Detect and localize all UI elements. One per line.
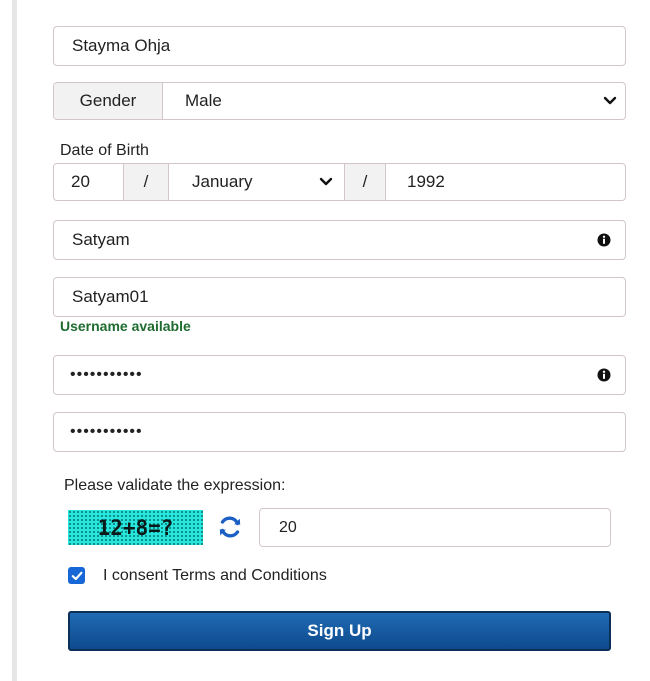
- dob-year-input[interactable]: 1992: [386, 164, 625, 200]
- info-circle-icon[interactable]: [597, 233, 611, 247]
- username-status: Username available: [60, 318, 191, 334]
- password-input[interactable]: •••••••••••: [53, 355, 626, 395]
- captcha-image: 12+8=?: [68, 510, 203, 545]
- chevron-down-icon[interactable]: [603, 96, 617, 106]
- first-name-input[interactable]: Satyam: [53, 220, 626, 260]
- confirm-password-input[interactable]: •••••••••••: [53, 412, 626, 452]
- first-name-value: Satyam: [72, 230, 130, 249]
- captcha-label: Please validate the expression:: [64, 477, 286, 494]
- dob-day-value: 20: [71, 172, 90, 191]
- gender-label: Gender: [54, 83, 163, 119]
- dob-label: Date of Birth: [60, 142, 149, 159]
- sign-up-button[interactable]: Sign Up: [68, 611, 611, 651]
- dob-day-input[interactable]: 20: [54, 164, 124, 200]
- full-name-value: Stayma Ohja: [72, 36, 171, 55]
- captcha-answer-input[interactable]: 20: [259, 508, 611, 547]
- dob-separator: /: [345, 164, 386, 200]
- username-input[interactable]: Satyam01: [53, 277, 626, 317]
- info-circle-icon[interactable]: [597, 368, 611, 382]
- chevron-down-icon[interactable]: [319, 177, 333, 187]
- full-name-input[interactable]: Stayma Ohja: [53, 26, 626, 66]
- dob-year-value: 1992: [407, 172, 445, 191]
- refresh-icon[interactable]: [216, 513, 244, 541]
- consent-label[interactable]: I consent Terms and Conditions: [103, 567, 327, 585]
- page-left-border: [12, 0, 17, 681]
- confirm-password-value: •••••••••••: [70, 423, 143, 440]
- password-value: •••••••••••: [70, 366, 143, 383]
- dob-month-value: January: [192, 172, 253, 191]
- dob-separator: /: [124, 164, 169, 200]
- gender-select[interactable]: Gender Male: [53, 82, 626, 120]
- consent-checkbox[interactable]: [68, 567, 85, 584]
- check-icon: [71, 571, 82, 580]
- captcha-answer-value: 20: [279, 518, 297, 536]
- dob-group: 20 / January / 1992: [53, 163, 626, 201]
- username-value: Satyam01: [72, 287, 149, 306]
- gender-value: Male: [185, 91, 222, 110]
